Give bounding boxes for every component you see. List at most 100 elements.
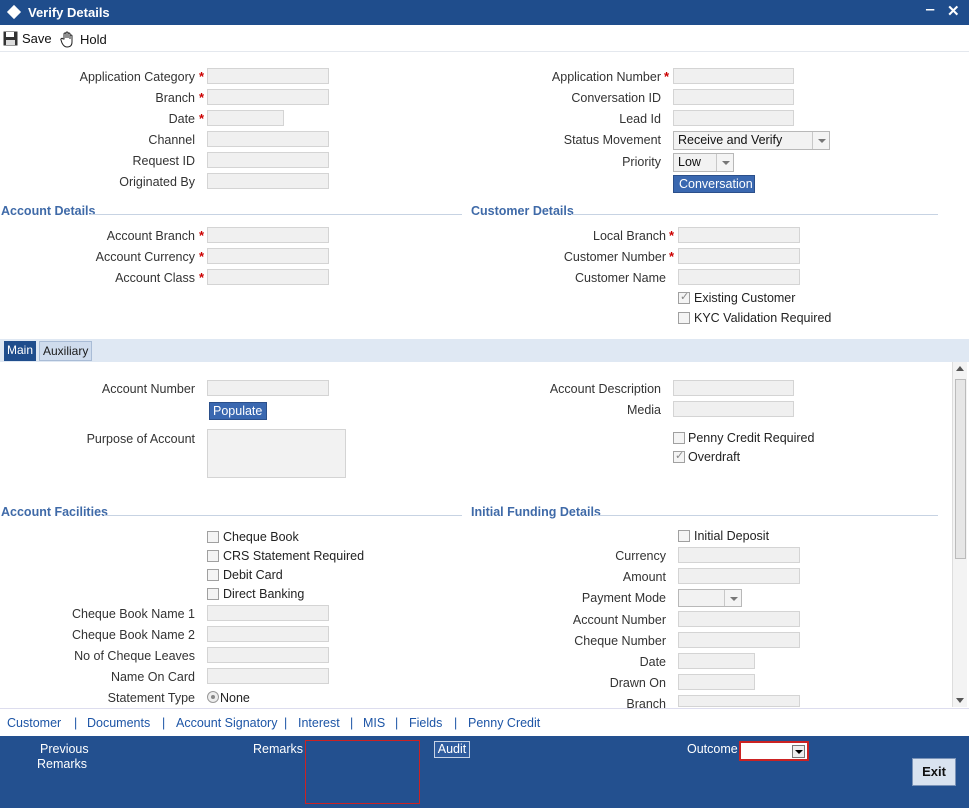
tab-strip: Main Auxiliary — [0, 339, 969, 362]
account-number-input[interactable] — [207, 380, 329, 396]
direct-banking-checkbox[interactable] — [207, 588, 219, 600]
channel-label: Channel — [148, 133, 195, 147]
purpose-of-account-textarea[interactable] — [207, 429, 346, 478]
debit-card-checkbox[interactable] — [207, 569, 219, 581]
amount-label: Amount — [622, 570, 666, 584]
conversation-id-input[interactable] — [673, 89, 794, 105]
overdraft-checkbox[interactable] — [673, 449, 685, 463]
conversation-id-label: Conversation ID — [571, 91, 661, 105]
funding-account-number-input[interactable] — [678, 611, 800, 627]
link-separator: | — [395, 716, 399, 730]
kyc-validation-label: KYC Validation Required — [694, 311, 832, 325]
statement-type-value: None — [220, 691, 250, 705]
application-category-input[interactable] — [207, 68, 329, 84]
exit-button[interactable]: Exit — [912, 758, 956, 786]
vertical-scrollbar[interactable] — [952, 362, 967, 707]
link-mis[interactable]: MIS — [363, 716, 385, 730]
drawn-on-input[interactable] — [678, 674, 755, 690]
kyc-validation-checkbox[interactable] — [678, 312, 690, 324]
populate-button[interactable]: Populate — [209, 402, 267, 420]
hand-icon — [60, 31, 73, 48]
scroll-up-icon[interactable] — [956, 366, 964, 371]
conversation-button[interactable]: Conversation — [673, 175, 755, 193]
date-label: Date — [168, 112, 195, 126]
cheque-book-name-2-label: Cheque Book Name 2 — [72, 628, 195, 642]
account-branch-input[interactable] — [207, 227, 329, 243]
outcome-select[interactable] — [739, 741, 809, 761]
funding-branch-input[interactable] — [678, 695, 800, 707]
scroll-thumb[interactable] — [955, 379, 966, 559]
link-separator: | — [350, 716, 354, 730]
link-fields[interactable]: Fields — [409, 716, 442, 730]
customer-number-input[interactable] — [678, 248, 800, 264]
statement-type-radio[interactable] — [207, 691, 219, 703]
existing-customer-label: Existing Customer — [694, 291, 796, 305]
local-branch-input[interactable] — [678, 227, 800, 243]
link-documents[interactable]: Documents — [87, 716, 150, 730]
channel-input[interactable] — [207, 131, 329, 147]
status-movement-value: Receive and Verify — [678, 133, 783, 147]
required-mark: * — [664, 69, 670, 84]
cheque-book-name-1-input[interactable] — [207, 605, 329, 621]
account-currency-input[interactable] — [207, 248, 329, 264]
cheque-book-label: Cheque Book — [223, 530, 299, 544]
link-account-signatory[interactable]: Account Signatory — [176, 716, 277, 730]
originated-by-input[interactable] — [207, 173, 329, 189]
date-input[interactable] — [207, 110, 284, 126]
funding-date-input[interactable] — [678, 653, 755, 669]
account-description-input[interactable] — [673, 380, 794, 396]
priority-select[interactable]: Low — [673, 153, 734, 172]
audit-button[interactable]: Audit — [434, 741, 470, 758]
cheque-book-name-2-input[interactable] — [207, 626, 329, 642]
footer: Previous Remarks Remarks Audit Outcome E… — [0, 736, 969, 808]
divider — [90, 214, 462, 215]
link-separator: | — [74, 716, 78, 730]
local-branch-label: Local Branch — [593, 229, 666, 243]
media-input[interactable] — [673, 401, 794, 417]
name-on-card-input[interactable] — [207, 668, 329, 684]
tab-auxiliary[interactable]: Auxiliary — [39, 341, 93, 361]
minimize-icon[interactable]: ‒ — [926, 1, 934, 18]
cheque-book-name-1-label: Cheque Book Name 1 — [72, 607, 195, 621]
lead-id-input[interactable] — [673, 110, 794, 126]
save-icon — [3, 31, 18, 46]
request-id-input[interactable] — [207, 152, 329, 168]
existing-customer-checkbox[interactable] — [678, 290, 690, 304]
link-customer[interactable]: Customer — [7, 716, 61, 730]
payment-mode-label: Payment Mode — [581, 591, 666, 605]
scroll-down-icon[interactable] — [956, 698, 964, 703]
penny-credit-checkbox[interactable] — [673, 432, 685, 444]
no-of-cheque-leaves-label: No of Cheque Leaves — [74, 649, 195, 663]
originated-by-label: Originated By — [119, 175, 195, 189]
amount-input[interactable] — [678, 568, 800, 584]
outcome-label: Outcome — [687, 742, 738, 756]
close-icon[interactable]: ✕ — [947, 2, 960, 20]
cheque-number-input[interactable] — [678, 632, 800, 648]
currency-input[interactable] — [678, 547, 800, 563]
hold-button[interactable]: Hold — [60, 31, 107, 48]
required-mark: * — [199, 69, 205, 84]
initial-deposit-checkbox[interactable] — [678, 530, 690, 542]
required-mark: * — [199, 90, 205, 105]
status-movement-select[interactable]: Receive and Verify — [673, 131, 830, 150]
debit-card-label: Debit Card — [223, 568, 283, 582]
branch-input[interactable] — [207, 89, 329, 105]
link-interest[interactable]: Interest — [298, 716, 340, 730]
payment-mode-select[interactable] — [678, 589, 742, 607]
lead-id-label: Lead Id — [619, 112, 661, 126]
customer-name-input[interactable] — [678, 269, 800, 285]
previous-remarks-label-line2[interactable]: Remarks — [37, 757, 87, 771]
tab-main[interactable]: Main — [4, 341, 37, 361]
cheque-book-checkbox[interactable] — [207, 531, 219, 543]
link-penny-credit[interactable]: Penny Credit — [468, 716, 540, 730]
account-class-input[interactable] — [207, 269, 329, 285]
cheque-number-label: Cheque Number — [574, 634, 666, 648]
chevron-down-icon — [812, 132, 829, 149]
account-facilities-title: Account Facilities — [1, 505, 108, 519]
crs-statement-checkbox[interactable] — [207, 550, 219, 562]
save-button[interactable]: Save — [3, 31, 52, 46]
remarks-textarea[interactable] — [305, 740, 420, 804]
purpose-of-account-label: Purpose of Account — [86, 432, 195, 446]
no-of-cheque-leaves-input[interactable] — [207, 647, 329, 663]
application-number-input[interactable] — [673, 68, 794, 84]
